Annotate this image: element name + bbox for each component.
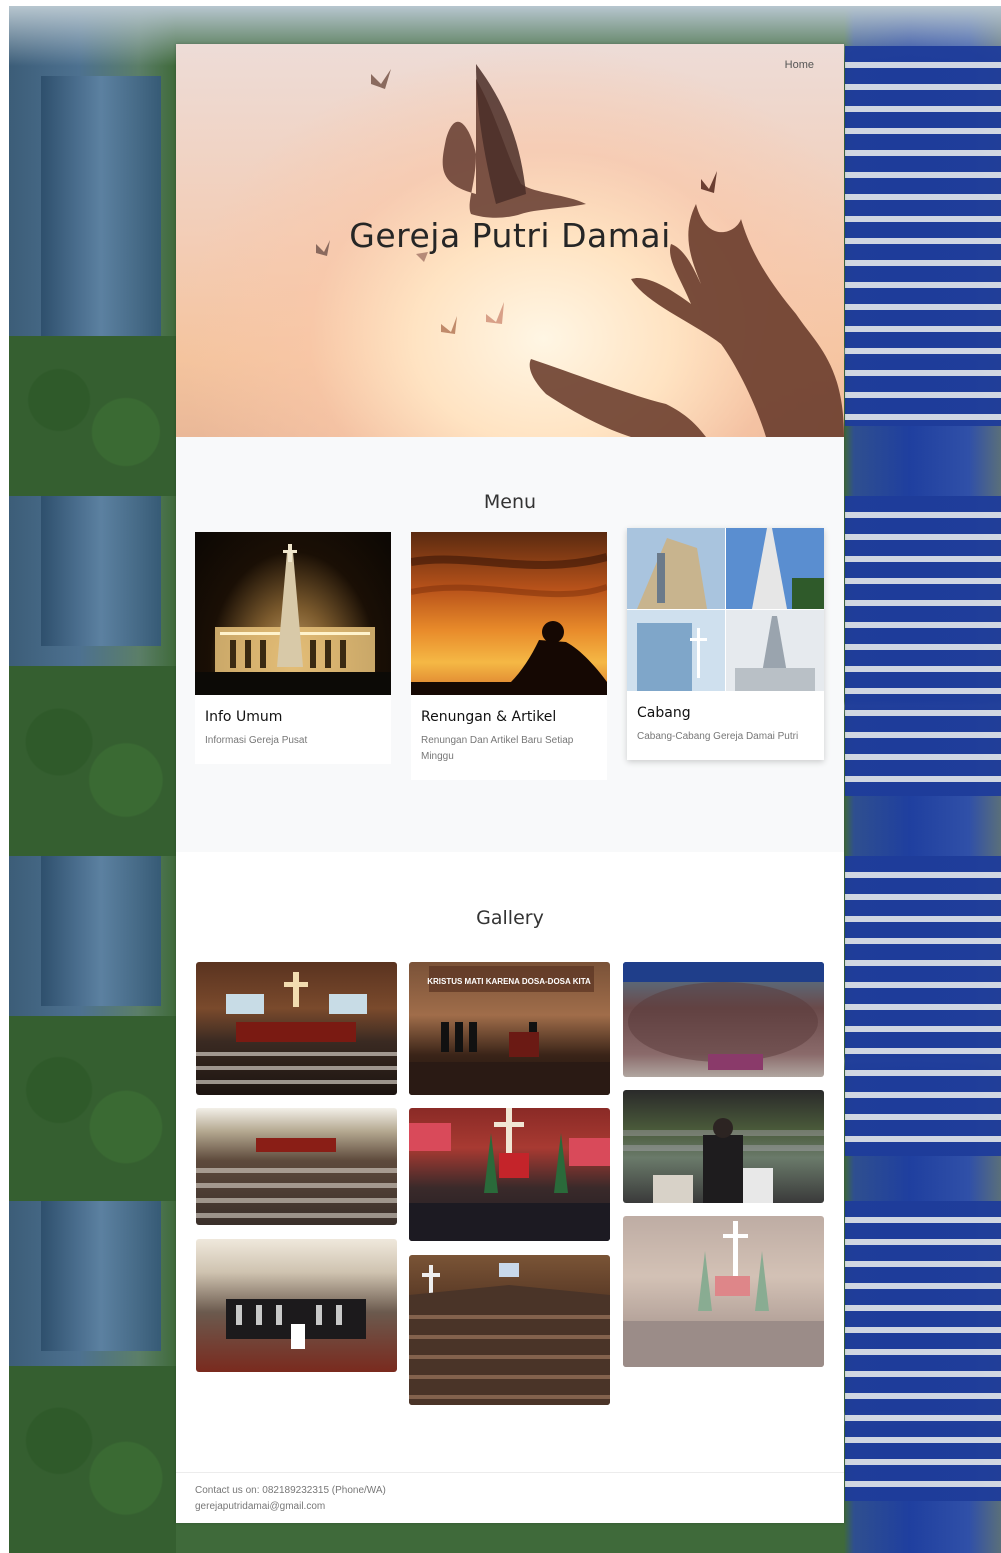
gallery-image[interactable]	[196, 1108, 397, 1225]
worship-hall-illustration	[196, 972, 397, 1084]
menu-card-description: Cabang-Cabang Gereja Damai Putri	[637, 731, 799, 742]
congregation-illustration	[196, 1138, 397, 1218]
menu-card-title: Renungan & Artikel	[421, 709, 557, 725]
background-building-right	[845, 856, 1001, 1156]
page-container: Home Gereja Putri Damai Menu Info Umum I…	[176, 44, 844, 1523]
background-building-right	[845, 1201, 1001, 1501]
gallery-image[interactable]	[623, 1090, 824, 1203]
gallery-image[interactable]	[623, 1216, 824, 1367]
branch-collage-illustration	[627, 528, 824, 691]
menu-card-cabang[interactable]: Cabang Cabang-Cabang Gereja Damai Putri	[627, 528, 824, 760]
church-night-image	[195, 532, 391, 695]
menu-section: Menu Info Umum Informasi Gereja Pusat Re…	[176, 437, 844, 852]
footer-contact-phone: Contact us on: 082189232315 (Phone/WA)	[195, 1485, 386, 1496]
branch-churches-collage	[627, 528, 824, 691]
gallery-image[interactable]: KRISTUS MATI KARENA DOSA-DOSA KITA	[409, 962, 610, 1095]
menu-card-title: Cabang	[637, 705, 691, 721]
background-trees	[9, 666, 176, 856]
gallery-image[interactable]	[196, 1239, 397, 1372]
background-building-left	[41, 1201, 161, 1351]
background-building-left	[41, 496, 161, 646]
gallery-section: Gallery KRISTUS MATI KARENA DOSA-DOSA KI…	[176, 852, 844, 1472]
choir-group-illustration	[226, 1299, 366, 1349]
background-trees	[9, 336, 176, 496]
gallery-heading: Gallery	[476, 907, 544, 929]
gallery-image[interactable]	[196, 962, 397, 1095]
menu-card-info-umum[interactable]: Info Umum Informasi Gereja Pusat	[195, 532, 391, 764]
gallery-image[interactable]	[409, 1255, 610, 1405]
background-building-left	[41, 76, 161, 336]
background-trees	[9, 1366, 176, 1553]
menu-card-renungan-artikel[interactable]: Renungan & Artikel Renungan Dan Artikel …	[411, 532, 607, 780]
background-building-right	[845, 496, 1001, 796]
footer-contact-email: gerejaputridamai@gmail.com	[195, 1501, 326, 1512]
sunset-silhouette-image	[411, 532, 607, 695]
stage-banner-text: KRISTUS MATI KARENA DOSA-DOSA KITA	[427, 977, 591, 986]
gallery-image[interactable]	[623, 962, 824, 1077]
nav-home-link[interactable]: Home	[785, 59, 814, 71]
background-building-right	[845, 46, 1001, 426]
church-night-illustration	[195, 544, 391, 695]
christmas-service-illustration	[409, 1108, 610, 1241]
stage-banner-illustration: KRISTUS MATI KARENA DOSA-DOSA KITA	[409, 966, 610, 1095]
preacher-crowd-illustration	[623, 1118, 824, 1203]
gallery-image[interactable]	[409, 1108, 610, 1241]
menu-card-description: Renungan Dan Artikel Baru Setiap Minggu	[421, 735, 574, 762]
background-trees	[9, 1016, 176, 1201]
menu-card-title: Info Umum	[205, 709, 283, 725]
christmas-hall-illustration	[623, 1221, 824, 1367]
auditorium-illustration	[409, 1263, 610, 1405]
menu-heading: Menu	[483, 491, 537, 513]
stadium-crowd-illustration	[623, 962, 824, 1070]
hero-banner: Home Gereja Putri Damai	[176, 44, 844, 437]
footer: Contact us on: 082189232315 (Phone/WA) g…	[176, 1472, 844, 1523]
prayer-silhouette-illustration	[411, 553, 607, 695]
site-title: Gereja Putri Damai	[349, 216, 671, 255]
menu-card-description: Informasi Gereja Pusat	[205, 735, 308, 746]
background-building-left	[41, 856, 161, 1006]
